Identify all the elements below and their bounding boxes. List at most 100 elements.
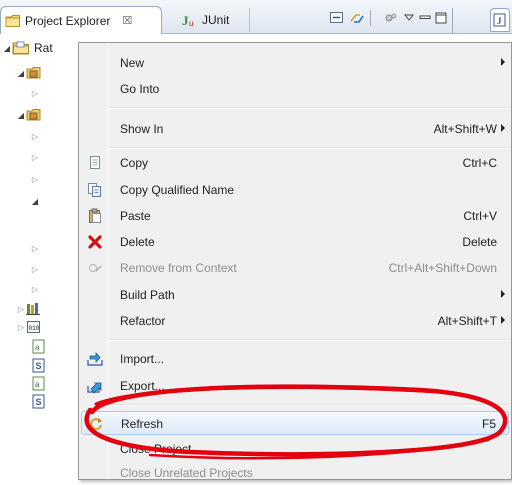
submenu-arrow-icon bbox=[501, 290, 505, 298]
menu-item-label: Go Into bbox=[120, 82, 160, 96]
tree-row-collapsed[interactable]: ▷ bbox=[30, 84, 40, 102]
collapse-arrow-icon[interactable]: ▷ bbox=[30, 265, 40, 274]
collapse-arrow-icon[interactable]: ▷ bbox=[16, 305, 26, 314]
menu-item-build-path[interactable]: Build Path bbox=[81, 283, 509, 307]
menu-item-label: Refresh bbox=[121, 417, 164, 431]
tree-row-collapsed[interactable]: ▷ bbox=[30, 260, 40, 278]
menu-separator bbox=[110, 107, 508, 109]
menu-item-shortcut: Alt+Shift+T bbox=[437, 314, 497, 328]
tree-row-file[interactable]: S bbox=[32, 392, 46, 410]
java-editor-icon: J bbox=[493, 13, 506, 27]
expand-arrow-icon[interactable]: ◢ bbox=[16, 69, 26, 78]
menu-item-label: Close Project bbox=[120, 442, 192, 456]
menu-item-paste[interactable]: Paste Ctrl+V bbox=[81, 204, 509, 228]
menu-item-copy-qualified-name[interactable]: Copy Qualified Name bbox=[81, 178, 509, 202]
menu-item-shortcut: Ctrl+Alt+Shift+Down bbox=[388, 261, 497, 275]
menu-item-label: Show In bbox=[120, 122, 164, 136]
tree-row-collapsed[interactable]: ▷ bbox=[30, 127, 40, 145]
xml-file-icon: a bbox=[32, 339, 45, 353]
tree-row-collapsed[interactable]: ▷ bbox=[30, 280, 40, 298]
svg-text:S: S bbox=[36, 397, 42, 407]
expand-arrow-icon[interactable]: ◢ bbox=[2, 44, 12, 53]
menu-item-refresh[interactable]: Refresh F5 bbox=[81, 411, 509, 435]
collapse-all-icon[interactable] bbox=[330, 12, 344, 24]
menu-item-remove-from-context: Remove from Context Ctrl+Alt+Shift+Down bbox=[81, 256, 509, 280]
tree-row-library[interactable]: ▷ bbox=[16, 300, 42, 318]
copy-qualified-name-icon bbox=[88, 183, 101, 197]
tree-row-binary[interactable]: ▷ 010 bbox=[16, 318, 42, 336]
tab-project-explorer-label: Project Explorer bbox=[25, 13, 111, 28]
menu-item-label: New bbox=[120, 56, 145, 70]
menu-item-import[interactable]: Import... bbox=[81, 347, 509, 371]
copy-icon bbox=[90, 156, 100, 169]
maximize-icon[interactable] bbox=[434, 12, 448, 24]
minimize-icon[interactable] bbox=[418, 12, 432, 24]
paste-icon bbox=[89, 208, 101, 223]
tab-junit[interactable]: J u JUnit bbox=[168, 8, 250, 32]
import-icon bbox=[87, 351, 103, 366]
script-file-icon: S bbox=[32, 358, 45, 372]
editor-tab-stub[interactable]: J bbox=[490, 8, 510, 32]
tree-row-collapsed[interactable]: ▷ bbox=[30, 148, 40, 166]
svg-text:u: u bbox=[189, 19, 193, 27]
collapse-arrow-icon[interactable]: ▷ bbox=[30, 153, 40, 162]
collapse-arrow-icon[interactable]: ▷ bbox=[30, 175, 40, 184]
tree-row-expanded[interactable]: ◢ bbox=[30, 192, 40, 210]
tree-row-file[interactable]: S bbox=[32, 356, 46, 374]
menu-item-new[interactable]: New bbox=[81, 51, 509, 75]
tree-row-collapsed[interactable]: ▷ bbox=[30, 170, 40, 188]
collapse-arrow-icon[interactable]: ▷ bbox=[30, 285, 40, 294]
menu-item-label: Export... bbox=[120, 379, 165, 393]
menu-item-go-into[interactable]: Go Into bbox=[81, 77, 509, 101]
menu-item-label: Refactor bbox=[120, 314, 166, 328]
submenu-arrow-icon bbox=[501, 58, 505, 66]
context-menu: New Go Into Show In Alt+Shift+W Copy Ctr… bbox=[78, 42, 512, 480]
menu-item-label: Build Path bbox=[120, 288, 175, 302]
delete-icon bbox=[88, 235, 102, 249]
tree-row-file[interactable]: a bbox=[32, 337, 46, 355]
menu-item-close-project[interactable]: Close Project bbox=[81, 437, 509, 461]
menu-item-copy[interactable]: Copy Ctrl+C bbox=[81, 151, 509, 175]
menu-item-label: Delete bbox=[120, 235, 155, 249]
tree-row-collapsed[interactable]: ▷ bbox=[30, 239, 40, 257]
view-tab-bar: Project Explorer ☒ J u JUnit J bbox=[0, 0, 512, 34]
svg-text:S: S bbox=[36, 361, 42, 371]
package-folder-icon bbox=[26, 109, 41, 121]
menu-item-export[interactable]: Export... bbox=[81, 374, 509, 398]
svg-text:J: J bbox=[497, 16, 502, 26]
collapse-arrow-icon[interactable]: ▷ bbox=[30, 244, 40, 253]
tab-project-explorer[interactable]: Project Explorer ☒ bbox=[0, 6, 162, 34]
menu-item-close-unrelated-projects: Close Unrelated Projects bbox=[81, 461, 509, 485]
menu-item-refactor[interactable]: Refactor Alt+Shift+T bbox=[81, 309, 509, 333]
menu-item-shortcut: Ctrl+V bbox=[463, 209, 497, 223]
menu-item-shortcut: F5 bbox=[481, 417, 496, 431]
menu-item-shortcut: Alt+Shift+W bbox=[433, 122, 497, 136]
menu-item-delete[interactable]: Delete Delete bbox=[81, 230, 509, 254]
tree-row-project[interactable]: ◢ Rat bbox=[2, 39, 53, 57]
collapse-arrow-icon[interactable]: ▷ bbox=[16, 323, 26, 332]
svg-text:a: a bbox=[35, 343, 40, 352]
script-file-icon: S bbox=[32, 394, 45, 408]
expand-arrow-icon[interactable]: ◢ bbox=[16, 111, 26, 120]
expand-arrow-icon[interactable]: ◢ bbox=[30, 197, 40, 206]
link-with-editor-icon[interactable] bbox=[350, 12, 364, 24]
close-icon[interactable]: ☒ bbox=[122, 14, 132, 27]
junit-icon: J u bbox=[182, 13, 193, 27]
menu-item-shortcut: Ctrl+C bbox=[462, 156, 497, 170]
remove-from-context-icon bbox=[89, 264, 102, 272]
refresh-icon bbox=[90, 418, 102, 431]
tree-row-file[interactable]: a bbox=[32, 374, 46, 392]
collapse-arrow-icon[interactable]: ▷ bbox=[30, 89, 40, 98]
project-folder-icon bbox=[12, 41, 29, 55]
xml-file-icon: a bbox=[32, 376, 45, 390]
svg-text:J: J bbox=[182, 13, 189, 27]
menu-item-show-in[interactable]: Show In Alt+Shift+W bbox=[81, 117, 509, 141]
tree-row-source-folder[interactable]: ◢ bbox=[16, 64, 42, 82]
svg-text:010: 010 bbox=[29, 325, 40, 332]
focus-on-active-task-icon[interactable] bbox=[384, 12, 398, 24]
view-menu-icon[interactable] bbox=[402, 12, 416, 24]
menu-separator bbox=[110, 404, 508, 406]
menu-item-label: Import... bbox=[120, 352, 165, 366]
collapse-arrow-icon[interactable]: ▷ bbox=[30, 132, 40, 141]
tree-row-source-folder[interactable]: ◢ bbox=[16, 106, 42, 124]
